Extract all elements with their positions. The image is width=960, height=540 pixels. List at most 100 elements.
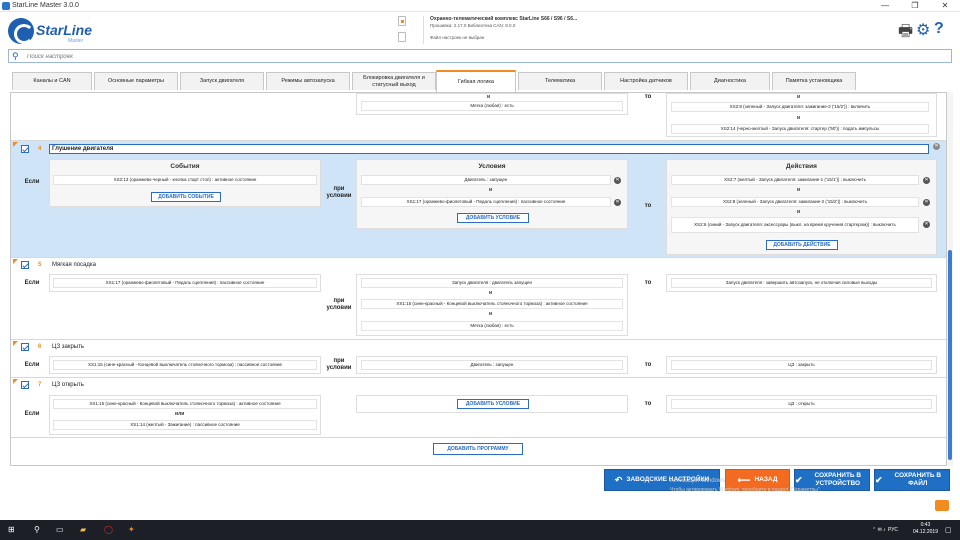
file-explorer-icon[interactable]: ▰ [80,525,86,534]
chat-icon[interactable] [935,500,949,511]
gear-icon[interactable]: ⚙ [916,20,930,40]
when-label: при условии [326,298,352,311]
minimize-button[interactable]: — [870,0,900,12]
condition-item: Метка (любая) : есть [361,321,623,331]
check-icon: ✔ [875,475,883,485]
device-info-divider [423,16,424,44]
delete-rule-icon[interactable]: ✕ [933,143,940,150]
device-name: Охранно-телематический комплекс StarLine… [430,16,578,22]
clock-time: 0:43 [920,522,931,528]
and-connector: и [487,94,491,100]
tab-engine-block[interactable]: Блокировка двигателя и статусный выход [352,72,436,90]
and-connector: и [489,187,493,193]
rule-separator [11,437,946,438]
then-label: то [644,280,652,286]
task-view-icon[interactable]: ▭ [56,525,64,534]
windows-start-icon[interactable]: ⊞ [8,525,15,534]
action-item: XS2:8 (зеленый - Запуск двигателя: зажиг… [671,102,929,112]
remove-action-icon[interactable]: ✕ [923,221,930,228]
if-label: Если [24,362,40,368]
taskbar-clock[interactable]: 0:43 04.12.2019 [913,522,938,536]
tab-engine-start[interactable]: Запуск двигателя [180,72,264,90]
close-button[interactable]: ✕ [930,0,960,12]
starline-logo: StarLine Master [8,18,98,44]
event-item: XS1:15 (сине-красный - Концевой выключат… [53,399,317,409]
when-label: при условии [326,186,352,199]
tab-autostart-modes[interactable]: Режимы автозапуска [266,72,350,90]
tab-sensor-settings[interactable]: Настройка датчиков [604,72,688,90]
action-item: ЦЗ : закрыть [671,360,932,370]
condition-item: XS1:17 (оранжево-фиолетовый - Педаль сце… [361,197,611,207]
if-label: Если [24,280,40,286]
save-to-file-label: СОХРАНИТЬ В ФАЙЛ [894,472,942,487]
device-info: Охранно-телематический комплекс StarLine… [398,14,598,46]
when-label: при условии [326,358,352,371]
and-connector: и [489,290,493,296]
system-tray-icons[interactable]: ⌃ ✉ ♪ [872,527,886,533]
save-to-device-label: СОХРАНИТЬ В УСТРОЙСТВО [814,472,862,487]
event-item: XS1:14 (желтый - Зажигание) : пассивное … [53,420,317,430]
rule-enabled-checkbox[interactable] [21,261,29,269]
print-icon[interactable]: 🖶 [898,20,913,47]
action-item: XS2:6 (синий - Запуск двигателя: аксессу… [671,217,919,233]
tab-channels-can[interactable]: Каналы и CAN [12,72,92,90]
rule-enabled-checkbox[interactable] [21,343,29,351]
add-program-button[interactable]: ДОБАВИТЬ ПРОГРАММУ [433,443,523,455]
rule-enabled-checkbox[interactable] [21,381,29,389]
back-label: НАЗАД [754,476,778,483]
logo-name: StarLine [36,22,93,38]
rule-number: 7 [38,382,42,388]
tab-telematics[interactable]: Телематика [518,72,602,90]
title-bar: StarLine Master 3.0.0 — ❐ ✕ [0,0,960,12]
notification-icon[interactable]: ▢ [945,526,952,534]
arrow-left-icon: ⟵ [737,475,751,485]
opera-icon[interactable]: ◯ [104,525,113,534]
rule-enabled-checkbox[interactable] [21,145,29,153]
remove-action-icon[interactable]: ✕ [923,177,930,184]
scrollbar-thumb[interactable] [948,250,952,460]
app-icon [2,2,10,10]
tab-bar: Каналы и CAN Основные параметры Запуск д… [10,70,950,92]
windows-activation-watermark-text: Чтобы активировать Windows, перейдите в … [670,487,822,493]
action-item: ЦЗ : открыть [671,399,932,409]
starline-master-icon[interactable]: ✦ [128,525,135,534]
search-icon[interactable]: ⚲ [34,525,40,534]
rule-name-input[interactable]: Глушение двигателя [49,144,929,154]
vertical-scrollbar[interactable] [947,92,953,466]
starline-logo-mark [8,18,34,44]
tab-installer-memo[interactable]: Памятка установщика [772,72,856,90]
rule-name: Глушение двигателя [52,146,114,152]
save-to-file-button[interactable]: ✔ СОХРАНИТЬ В ФАЙЛ [874,469,950,491]
tab-flexible-logic[interactable]: Гибкая логика [436,70,516,92]
add-event-button[interactable]: ДОБАВИТЬ СОБЫТИЕ [151,192,221,202]
remove-condition-icon[interactable]: ✕ [614,199,621,206]
windows-taskbar: ⊞ ⚲ ▭ ▰ ◯ ✦ ⌃ ✉ ♪ РУС 0:43 04.12.2019 ▢ [0,520,960,540]
add-action-button[interactable]: ДОБАВИТЬ ДЕЙСТВИЕ [766,240,838,250]
action-item: Запуск двигателя : завершить автозапуск,… [671,278,932,288]
tab-main-params[interactable]: Основные параметры [94,72,178,90]
tab-diagnostics[interactable]: Диагностика [690,72,770,90]
then-label: то [644,362,652,368]
rule-number: 5 [38,262,42,268]
if-label: Если [24,179,40,185]
then-label: то [644,203,652,209]
search-input[interactable] [27,51,927,62]
file-icon [398,32,406,42]
conditions-title: Условия [478,163,506,170]
condition-item: Запуск двигателя : двигатель запущен [361,278,623,288]
event-item: XS1:17 (оранжево-фиолетовый - Педаль сце… [53,278,317,288]
and-connector: и [797,115,801,121]
remove-action-icon[interactable]: ✕ [923,199,930,206]
remove-condition-icon[interactable]: ✕ [614,177,621,184]
add-condition-button[interactable]: ДОБАВИТЬ УСЛОВИЕ [457,213,529,223]
rule-name: ЦЗ закрыть [52,344,84,350]
condition-item: Двигатель : запущен [361,175,611,185]
and-connector: и [797,94,801,100]
help-icon[interactable]: ? [934,20,944,38]
maximize-button[interactable]: ❐ [900,0,930,12]
language-indicator[interactable]: РУС [888,527,898,533]
action-item: XS2:14 (черно-желтый - Запуск двигателя:… [671,124,929,134]
events-title: События [170,163,200,170]
add-condition-button[interactable]: ДОБАВИТЬ УСЛОВИЕ [457,399,529,409]
or-connector: или [175,411,185,417]
